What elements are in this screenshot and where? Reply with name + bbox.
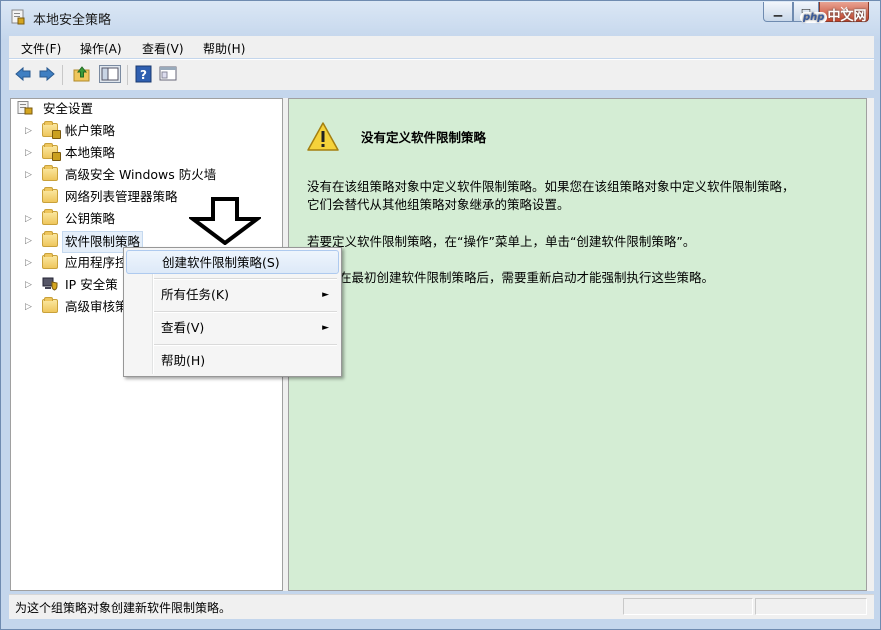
folder-icon bbox=[42, 253, 58, 269]
menu-action[interactable]: 操作(A) bbox=[80, 40, 122, 57]
submenu-arrow-icon: ► bbox=[322, 290, 329, 300]
back-arrow-icon[interactable] bbox=[14, 65, 32, 83]
context-menu: 创建软件限制策略(S) 所有任务(K) ► 查看(V) ► 帮助(H) bbox=[123, 247, 342, 377]
expand-arrow-icon[interactable]: ▷ bbox=[25, 275, 35, 295]
right-edge bbox=[867, 98, 874, 591]
tree-item-label: 帐户策略 bbox=[65, 123, 116, 138]
tree-root-label: 安全设置 bbox=[43, 101, 94, 116]
context-menu-item-label: 所有任务(K) bbox=[161, 287, 229, 302]
expand-arrow-icon[interactable]: ▷ bbox=[25, 253, 35, 273]
menu-bar: 文件(F) 操作(A) 查看(V) 帮助(H) bbox=[9, 36, 874, 58]
minimize-icon: ▁ bbox=[773, 4, 783, 17]
context-menu-item-label: 查看(V) bbox=[161, 320, 205, 335]
folder-icon bbox=[42, 209, 58, 225]
security-policy-app-icon bbox=[11, 9, 25, 25]
submenu-arrow-icon: ► bbox=[322, 323, 329, 333]
expand-arrow-icon[interactable]: ▷ bbox=[25, 165, 35, 185]
site-watermark: php 中文网 bbox=[800, 5, 866, 24]
tree-item-label: 应用程序控 bbox=[65, 255, 128, 270]
warning-icon bbox=[307, 122, 339, 151]
expand-arrow-icon[interactable]: ▷ bbox=[25, 231, 35, 251]
context-menu-separator bbox=[154, 278, 337, 280]
details-pane bbox=[288, 98, 867, 591]
menu-view[interactable]: 查看(V) bbox=[142, 40, 184, 57]
watermark-text: 中文网 bbox=[827, 9, 867, 24]
tree-item-firewall[interactable]: ▷ 高级安全 Windows 防火墙 bbox=[25, 165, 275, 185]
forward-arrow-icon[interactable] bbox=[38, 65, 56, 83]
toolbar-separator bbox=[127, 65, 128, 85]
status-segment bbox=[623, 598, 753, 615]
folder-icon bbox=[42, 231, 58, 247]
window-title: 本地安全策略 bbox=[33, 13, 112, 28]
watermark-badge: php bbox=[800, 12, 828, 23]
svg-text:?: ? bbox=[140, 68, 147, 82]
context-menu-create-policy[interactable]: 创建软件限制策略(S) bbox=[126, 250, 339, 274]
expand-arrow-icon[interactable]: ▷ bbox=[25, 297, 35, 317]
toolbar-separator bbox=[62, 65, 63, 85]
minimize-button[interactable]: ▁ bbox=[763, 2, 793, 22]
status-bar: 为这个组策略对象创建新软件限制策略。 bbox=[9, 594, 874, 619]
folder-icon bbox=[42, 187, 58, 203]
folder-lock-icon bbox=[42, 143, 61, 161]
details-paragraph-3: 在最初创建软件限制策略后，需要重新启动才能强制执行这些策略。 bbox=[339, 270, 715, 285]
status-text: 为这个组策略对象创建新软件限制策略。 bbox=[15, 601, 232, 615]
show-hide-tree-icon[interactable] bbox=[99, 65, 121, 83]
up-folder-icon[interactable] bbox=[73, 65, 91, 83]
context-menu-separator bbox=[154, 311, 337, 313]
down-arrow-annotation-icon bbox=[189, 197, 261, 245]
tree-item-label: IP 安全策 bbox=[65, 277, 118, 292]
details-paragraph-1-line-1: 没有在该组策略对象中定义软件限制策略。如果您在该组策略对象中定义软件限制策略， bbox=[307, 179, 795, 194]
context-menu-help[interactable]: 帮助(H) bbox=[126, 349, 339, 373]
context-menu-separator bbox=[154, 344, 337, 346]
details-title: 没有定义软件限制策略 bbox=[361, 130, 487, 145]
details-paragraph-2: 若要定义软件限制策略，在“操作”菜单上，单击“创建软件限制策略”。 bbox=[307, 234, 696, 249]
help-icon[interactable]: ? bbox=[135, 65, 153, 83]
tree-item-local-policies[interactable]: ▷ 本地策略 bbox=[25, 143, 275, 163]
menu-help[interactable]: 帮助(H) bbox=[203, 40, 245, 57]
title-bar[interactable]: 本地安全策略 ▁ ▭ ✕ php 中文网 bbox=[1, 1, 880, 33]
context-menu-view[interactable]: 查看(V) ► bbox=[126, 316, 339, 340]
expand-arrow-icon[interactable]: ▷ bbox=[25, 121, 35, 141]
status-segment bbox=[755, 598, 867, 615]
folder-lock-icon bbox=[42, 121, 61, 139]
context-menu-item-label: 帮助(H) bbox=[161, 353, 206, 368]
expand-arrow-icon[interactable]: ▷ bbox=[25, 143, 35, 163]
main-window: 本地安全策略 ▁ ▭ ✕ php 中文网 文件(F) 操作(A) 查看(V) 帮助… bbox=[0, 0, 881, 630]
menu-file[interactable]: 文件(F) bbox=[21, 40, 61, 57]
context-menu-item-label: 创建软件限制策略(S) bbox=[162, 255, 280, 270]
tree-item-label: 高级安全 Windows 防火墙 bbox=[65, 167, 217, 182]
tree-item-account-policies[interactable]: ▷ 帐户策略 bbox=[25, 121, 275, 141]
tree-item-label: 本地策略 bbox=[65, 145, 116, 160]
context-menu-all-tasks[interactable]: 所有任务(K) ► bbox=[126, 283, 339, 307]
expand-arrow-icon[interactable]: ▷ bbox=[25, 209, 35, 229]
security-settings-icon bbox=[17, 101, 33, 115]
folder-icon bbox=[42, 165, 58, 181]
tree-item-label: 公钥策略 bbox=[65, 211, 116, 226]
tree-item-label: 网络列表管理器策略 bbox=[65, 189, 178, 204]
properties-icon[interactable] bbox=[159, 65, 177, 83]
toolbar: ? bbox=[9, 59, 874, 90]
computer-shield-icon bbox=[42, 277, 58, 291]
details-paragraph-1-line-2: 它们会替代从其他组策略对象继承的策略设置。 bbox=[307, 197, 570, 212]
folder-icon bbox=[42, 297, 58, 313]
tree-item-label: 高级审核策 bbox=[65, 299, 128, 314]
